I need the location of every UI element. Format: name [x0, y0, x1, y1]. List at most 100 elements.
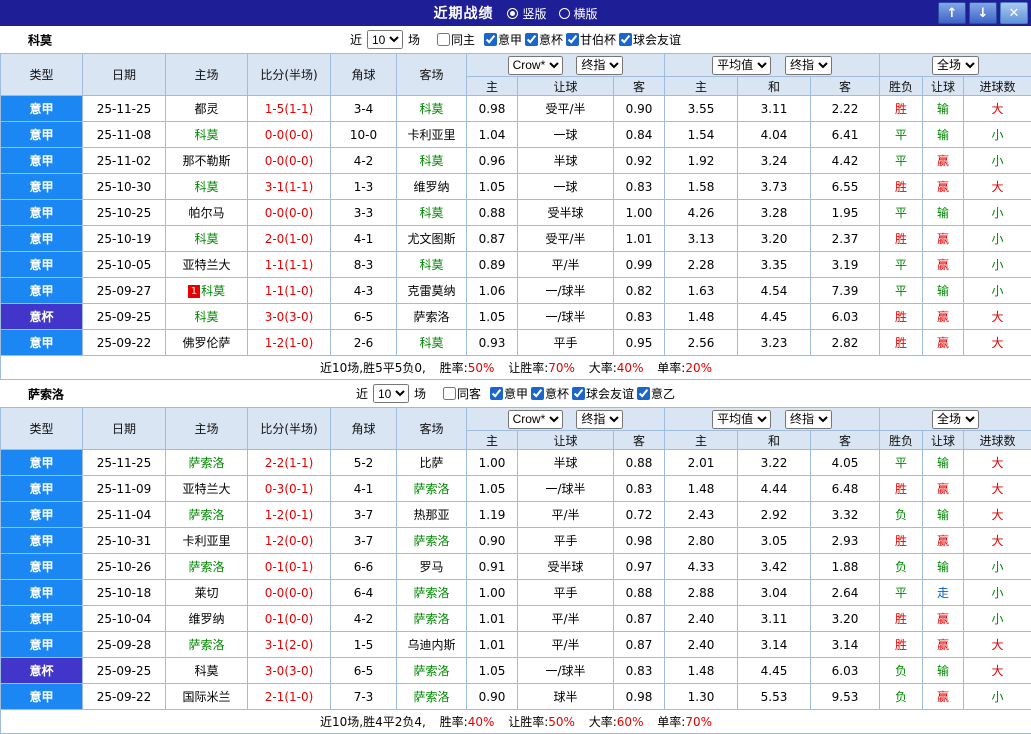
- average-select[interactable]: 平均值: [712, 56, 771, 75]
- over-rate: 大率:60%: [589, 715, 644, 729]
- cell-result-goals: 小: [964, 200, 1031, 226]
- league-checkbox-friendly[interactable]: 球会友谊: [619, 31, 681, 48]
- cell-ah-line: 平/半: [518, 632, 614, 658]
- cell-result-handicap: 赢: [923, 252, 964, 278]
- cell-eu-home: 2.43: [665, 502, 738, 528]
- same-venue-checkbox[interactable]: 同客: [443, 385, 481, 402]
- cell-ah-away: 0.98: [614, 528, 665, 554]
- near-label: 近: [356, 385, 368, 402]
- cell-eu-away: 3.19: [811, 252, 880, 278]
- final-odds-select[interactable]: 终指: [576, 410, 623, 429]
- cell-result-goals: 大: [964, 476, 1031, 502]
- scope-select[interactable]: 全场: [932, 410, 979, 429]
- games-label: 场: [408, 31, 420, 48]
- cell-ah-away: 0.97: [614, 554, 665, 580]
- cell-eu-draw: 3.04: [738, 580, 811, 606]
- cell-date: 25-10-26: [83, 554, 166, 580]
- over-rate: 大率:40%: [589, 361, 644, 375]
- cell-ah-line: 平手: [518, 528, 614, 554]
- league-checkbox-friendly[interactable]: 球会友谊: [572, 385, 634, 402]
- cell-ah-home: 0.87: [467, 226, 518, 252]
- cell-corner: 4-3: [331, 278, 397, 304]
- bookmaker-select[interactable]: Crow*: [508, 410, 563, 429]
- final-odds-select-2[interactable]: 终指: [785, 56, 832, 75]
- match-count-select[interactable]: 10: [367, 30, 403, 49]
- away-team-label: 比萨: [419, 456, 443, 470]
- cell-ah-line: 一/球半: [518, 304, 614, 330]
- radio-vertical-layout[interactable]: 竖版: [507, 5, 546, 22]
- euro-odds-select-group: 平均值 终指: [665, 54, 880, 77]
- close-button[interactable]: ✕: [1000, 2, 1028, 24]
- col-corner: 角球: [331, 54, 397, 96]
- subcol-ah-line: 让球: [518, 77, 614, 96]
- cell-date: 25-10-25: [83, 200, 166, 226]
- final-odds-select[interactable]: 终指: [576, 56, 623, 75]
- filter-controls: 近 10 场 同客 意甲 意杯 球会友谊 意乙: [0, 380, 1031, 407]
- league-checkbox-gamper[interactable]: 甘伯杯: [566, 31, 616, 48]
- cell-eu-home: 1.48: [665, 304, 738, 330]
- scope-select[interactable]: 全场: [932, 56, 979, 75]
- cell-ah-home: 1.05: [467, 476, 518, 502]
- same-venue-checkbox[interactable]: 同主: [437, 31, 475, 48]
- cell-date: 25-10-31: [83, 528, 166, 554]
- title-bar: 近期战绩 竖版 横版 ↑ ↓ ✕: [0, 0, 1031, 26]
- cell-result-goals: 小: [964, 226, 1031, 252]
- cell-result-wdl: 胜: [880, 606, 923, 632]
- match-count-select[interactable]: 10: [373, 384, 409, 403]
- same-venue-input[interactable]: [443, 387, 456, 400]
- cell-date: 25-10-05: [83, 252, 166, 278]
- cell-away: 科莫: [397, 330, 467, 356]
- cell-score: 0-0(0-0): [248, 580, 331, 606]
- away-team-label: 克雷莫纳: [407, 284, 455, 298]
- near-label: 近: [350, 31, 362, 48]
- league-checkbox-serie-a[interactable]: 意甲: [484, 31, 522, 48]
- subcol-eu-draw: 和: [738, 431, 811, 450]
- league-checkbox-serie-a[interactable]: 意甲: [490, 385, 528, 402]
- league-checkbox-serie-b[interactable]: 意乙: [637, 385, 675, 402]
- home-team-label: 帕尔马: [188, 206, 224, 220]
- away-team-label: 科莫: [419, 206, 443, 220]
- cell-date: 25-09-22: [83, 684, 166, 710]
- cell-eu-away: 3.32: [811, 502, 880, 528]
- cell-away: 萨索洛: [397, 658, 467, 684]
- cell-ah-home: 1.00: [467, 580, 518, 606]
- cell-corner: 1-5: [331, 632, 397, 658]
- league-checkbox-coppa[interactable]: 意杯: [531, 385, 569, 402]
- cell-result-goals: 小: [964, 580, 1031, 606]
- cell-ah-home: 1.05: [467, 658, 518, 684]
- cell-eu-away: 2.22: [811, 96, 880, 122]
- cell-ah-home: 1.01: [467, 632, 518, 658]
- scroll-down-button[interactable]: ↓: [969, 2, 997, 24]
- home-team-label: 科莫: [194, 664, 218, 678]
- same-venue-input[interactable]: [437, 33, 450, 46]
- cell-corner: 10-0: [331, 122, 397, 148]
- cell-away: 科莫: [397, 96, 467, 122]
- average-select[interactable]: 平均值: [712, 410, 771, 429]
- home-team-label: 科莫: [194, 232, 218, 246]
- cell-result-wdl: 平: [880, 122, 923, 148]
- cell-score: 1-1(1-1): [248, 252, 331, 278]
- cell-away: 科莫: [397, 252, 467, 278]
- cell-ah-away: 0.83: [614, 174, 665, 200]
- radio-horizontal-layout[interactable]: 横版: [559, 5, 598, 22]
- scroll-up-button[interactable]: ↑: [938, 2, 966, 24]
- away-team-label: 罗马: [419, 560, 443, 574]
- cell-eu-draw: 3.42: [738, 554, 811, 580]
- cell-result-handicap: 赢: [923, 684, 964, 710]
- handicap-win-rate: 让胜率:70%: [508, 361, 575, 375]
- cell-eu-home: 4.26: [665, 200, 738, 226]
- league-checkbox-coppa[interactable]: 意杯: [525, 31, 563, 48]
- cell-ah-line: 一/球半: [518, 278, 614, 304]
- cell-ah-away: 0.88: [614, 580, 665, 606]
- subcol-ah-away: 客: [614, 77, 665, 96]
- cell-away: 卡利亚里: [397, 122, 467, 148]
- cell-ah-away: 1.01: [614, 226, 665, 252]
- bookmaker-select[interactable]: Crow*: [508, 56, 563, 75]
- away-team-label: 萨索洛: [413, 310, 449, 324]
- cell-corner: 4-2: [331, 606, 397, 632]
- final-odds-select-2[interactable]: 终指: [785, 410, 832, 429]
- cell-league: 意甲: [1, 502, 83, 528]
- cell-result-handicap: 赢: [923, 632, 964, 658]
- cell-eu-draw: 4.45: [738, 658, 811, 684]
- cell-result-goals: 大: [964, 658, 1031, 684]
